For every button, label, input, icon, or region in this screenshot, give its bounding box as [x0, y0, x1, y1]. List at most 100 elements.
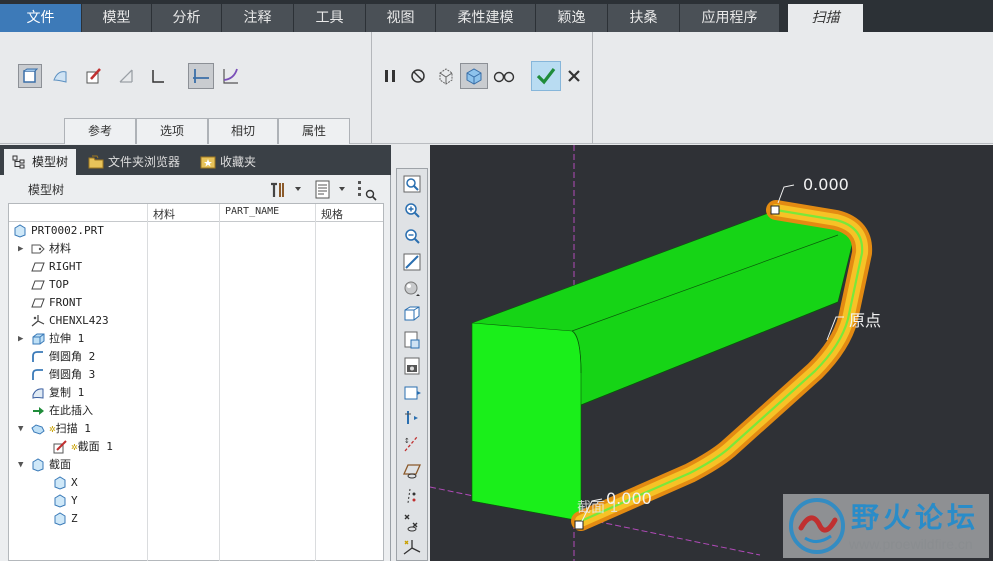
sweep-dashboard: 参考 选项 相切 属性 — [0, 32, 993, 144]
menu-tab-file[interactable]: 文件 — [0, 4, 82, 32]
perspective-camera-icon[interactable] — [402, 356, 422, 376]
geometry-preview-icon[interactable] — [434, 64, 458, 88]
menu-tab-applications[interactable]: 应用程序 — [680, 4, 780, 32]
tab-references[interactable]: 参考 — [64, 118, 136, 144]
remove-material-icon[interactable] — [114, 64, 138, 88]
tree-settings-icon[interactable] — [268, 181, 288, 199]
menu-tab-fusang[interactable]: 扶桑 — [608, 4, 680, 32]
tree-item-section-csys[interactable]: ▼ 截面 — [9, 456, 147, 474]
start-dimension-value[interactable]: 0.000 — [803, 175, 849, 194]
pause-icon[interactable] — [378, 64, 402, 88]
collapse-arrow-icon[interactable]: ▼ — [18, 456, 28, 474]
tab-tangency[interactable]: 相切 — [208, 118, 278, 144]
chevron-down-icon[interactable] — [294, 185, 302, 193]
tree-item-label: CHENXL423 — [49, 314, 109, 327]
tab-properties[interactable]: 属性 — [278, 118, 350, 144]
tree-item-sweep[interactable]: ▼ ✲扫描 1 — [9, 420, 147, 438]
datum-plane-display-icon[interactable] — [402, 460, 422, 480]
expand-arrow-icon[interactable]: ▶ — [18, 240, 28, 258]
constant-section-icon[interactable] — [188, 63, 214, 89]
tree-item-round-3[interactable]: 倒圆角 3 — [9, 366, 147, 384]
menu-tab-tools[interactable]: 工具 — [294, 4, 366, 32]
zoom-in-icon[interactable] — [402, 200, 422, 220]
tab-favorites[interactable]: 收藏夹 — [192, 149, 264, 175]
graphics-window[interactable]: 0.000 原点 截面 1 0.000 野火论坛 www.proewildfir… — [430, 145, 993, 561]
tree-item-csys[interactable]: CHENXL423 — [9, 312, 147, 330]
view-manager-icon[interactable] — [402, 330, 422, 350]
trajectory-start-point[interactable] — [770, 205, 780, 215]
tree-item-y[interactable]: Y — [9, 492, 147, 510]
zoom-out-icon[interactable] — [402, 226, 422, 246]
column-header-material[interactable]: 材料 — [153, 206, 175, 222]
tree-item-label: TOP — [49, 278, 69, 291]
menu-tab-view[interactable]: 视图 — [366, 4, 436, 32]
tree-item-x[interactable]: X — [9, 474, 147, 492]
show-list-icon[interactable] — [314, 180, 332, 200]
tree-item-plane-top[interactable]: TOP — [9, 276, 147, 294]
expand-arrow-icon[interactable]: ▶ — [18, 330, 28, 348]
tree-item-material[interactable]: ▶ 材料 — [9, 240, 147, 258]
menu-tab-model[interactable]: 模型 — [82, 4, 152, 32]
tree-item-label: 截面 — [49, 458, 71, 471]
tree-item-insert-here[interactable]: 在此插入 — [9, 402, 147, 420]
tree-item-round-2[interactable]: 倒圆角 2 — [9, 348, 147, 366]
forum-watermark: 野火论坛 www.proewildfire.cn — [783, 494, 989, 558]
cancel-x-icon[interactable] — [562, 64, 586, 88]
tree-item-z[interactable]: Z — [9, 510, 147, 528]
navigator-panel: 模型树 文件夹浏览器 收藏夹 模型树 材料 PART_NAME 规格 PRT00… — [0, 145, 391, 561]
section-view-icon[interactable] — [402, 382, 422, 402]
tree-item-copy[interactable]: 复制 1 — [9, 384, 147, 402]
point-symbol-display-icon[interactable] — [402, 512, 422, 532]
column-header-spec[interactable]: 规格 — [321, 206, 343, 222]
tree-item-section-1[interactable]: ✲截面 1 — [9, 438, 147, 456]
point-display-icon[interactable] — [402, 486, 422, 506]
sketch-icon — [53, 440, 67, 454]
column-header-part-name[interactable]: PART_NAME — [225, 206, 279, 217]
column-divider — [315, 204, 316, 561]
tree-item-label: 在此插入 — [49, 404, 93, 417]
trajectory-end-point[interactable] — [574, 520, 584, 530]
sketch-section-icon[interactable] — [82, 64, 106, 88]
glasses-preview-icon[interactable] — [492, 64, 516, 88]
tab-favorites-label: 收藏夹 — [220, 155, 257, 169]
collapse-arrow-icon[interactable]: ▼ — [18, 420, 28, 438]
end-dimension-value[interactable]: 0.000 — [606, 489, 652, 508]
tree-item-part[interactable]: PRT0002.PRT — [9, 222, 147, 240]
annotation-display-icon[interactable] — [402, 408, 422, 428]
refit-icon[interactable] — [402, 174, 422, 194]
datum-axis-display-icon[interactable]: ↕ — [402, 434, 422, 454]
tree-item-plane-front[interactable]: FRONT — [9, 294, 147, 312]
saved-orientations-icon[interactable] — [402, 304, 422, 324]
tree-item-plane-right[interactable]: RIGHT — [9, 258, 147, 276]
tree-item-label: FRONT — [49, 296, 83, 309]
thicken-sketch-icon[interactable] — [146, 64, 170, 88]
tree-item-label: PRT0002.PRT — [31, 224, 104, 237]
repaint-icon[interactable] — [402, 252, 422, 272]
tree-filter-icon[interactable] — [356, 179, 378, 201]
solid-sweep-icon[interactable] — [18, 64, 42, 88]
csys-display-icon[interactable] — [402, 538, 422, 558]
tab-options[interactable]: 选项 — [136, 118, 208, 144]
chevron-down-icon[interactable] — [338, 185, 346, 193]
graphics-toolbar: ↕ — [396, 168, 428, 561]
menu-tab-sweep[interactable]: 扫描 — [788, 4, 864, 32]
menu-tab-yingyi[interactable]: 颖逸 — [536, 4, 608, 32]
verify-mode-icon[interactable] — [460, 63, 488, 89]
tree-item-label: RIGHT — [49, 260, 83, 273]
extrude-icon — [32, 333, 45, 345]
tree-item-label: 倒圆角 2 — [49, 350, 96, 363]
menu-tab-flexible-modeling[interactable]: 柔性建模 — [436, 4, 536, 32]
menu-tab-analysis[interactable]: 分析 — [152, 4, 222, 32]
section-plane-icon — [54, 476, 66, 490]
tree-item-label: ✲截面 1 — [71, 440, 113, 453]
tree-item-label: 倒圆角 3 — [49, 368, 96, 381]
tree-item-extrude[interactable]: ▶ 拉伸 1 — [9, 330, 147, 348]
watermark-url: www.proewildfire.cn — [849, 536, 973, 552]
variable-section-icon[interactable] — [218, 64, 242, 88]
ok-checkmark-icon[interactable] — [531, 61, 561, 91]
tree-item-label: 复制 1 — [49, 386, 85, 399]
no-preview-icon[interactable] — [406, 64, 430, 88]
menu-tab-annotate[interactable]: 注释 — [222, 4, 294, 32]
display-style-icon[interactable] — [402, 278, 422, 298]
surface-sweep-icon[interactable] — [48, 64, 72, 88]
